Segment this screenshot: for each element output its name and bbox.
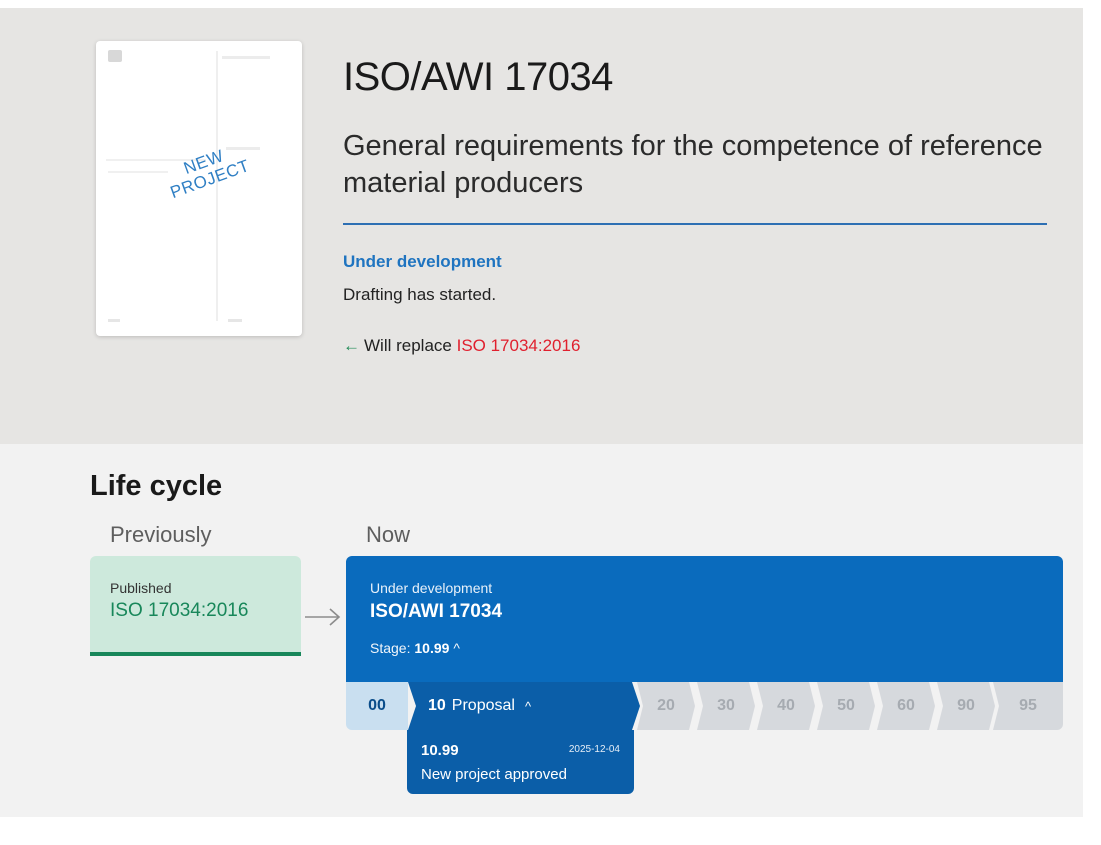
stage-90[interactable]: 90 — [937, 682, 995, 730]
substage-date: 2025-12-04 — [568, 744, 620, 755]
status-label: Under development — [343, 252, 502, 271]
lifecycle-title: Life cycle — [90, 470, 223, 502]
stage-code: 10 — [428, 697, 446, 714]
current-reference: ISO/AWI 17034 — [370, 601, 503, 622]
substage-description: New project approved — [421, 766, 567, 783]
header-divider — [343, 223, 1047, 225]
previously-label: Previously — [110, 522, 212, 547]
stage-code: 00 — [368, 697, 386, 714]
stage-code: 40 — [777, 697, 795, 714]
stage-30[interactable]: 30 — [697, 682, 755, 730]
cover-logo-placeholder — [108, 50, 122, 62]
substage-code: 10.99 — [421, 742, 459, 759]
cover-text-line — [228, 319, 242, 322]
chevron-up-icon: ^ — [453, 640, 460, 656]
replace-text: Will replace — [364, 336, 452, 355]
previous-reference-link[interactable]: ISO 17034:2016 — [110, 600, 248, 622]
stage-code: 60 — [897, 697, 915, 714]
stage-code: 50 — [837, 697, 855, 714]
stage-code: 20 — [657, 697, 675, 714]
arrow-left-icon: ← — [343, 336, 360, 355]
stage-bar: 00 10 Proposal ^ 20 30 40 50 60 90 95 — [346, 682, 1063, 730]
cover-text-line — [108, 319, 120, 322]
stage-code: 90 — [957, 697, 975, 714]
previous-standard-card[interactable]: Published ISO 17034:2016 — [90, 556, 301, 656]
stage-toggle[interactable]: Stage: 10.99 ^ — [370, 640, 460, 656]
stage-code: 95 — [1019, 697, 1037, 714]
replaced-standard-link[interactable]: ISO 17034:2016 — [457, 336, 581, 355]
cover-text-line — [222, 56, 270, 59]
stage-60[interactable]: 60 — [877, 682, 935, 730]
current-status: Under development — [370, 580, 493, 596]
status-description: Drafting has started. — [343, 285, 497, 304]
stage-95[interactable]: 95 — [993, 682, 1063, 730]
stage-name: Proposal — [451, 697, 515, 714]
stage-50[interactable]: 50 — [817, 682, 875, 730]
page: NEW PROJECT ISO/AWI 17034 General requir… — [0, 0, 1083, 845]
document-subtitle: General requirements for the competence … — [343, 130, 1043, 199]
document-cover-thumbnail[interactable]: NEW PROJECT — [96, 41, 302, 336]
page-title: ISO/AWI 17034 — [343, 55, 613, 99]
chevron-up-icon: ^ — [524, 698, 532, 714]
previous-status: Published — [110, 580, 172, 596]
stage-40[interactable]: 40 — [757, 682, 815, 730]
arrow-right-icon — [305, 608, 341, 626]
new-project-stamp: NEW PROJECT — [149, 135, 265, 206]
current-standard-card: Under development ISO/AWI 17034 Stage: 1… — [346, 556, 1063, 682]
stage-value: 10.99 — [414, 640, 450, 656]
stage-00[interactable]: 00 — [346, 682, 408, 730]
now-label: Now — [366, 522, 411, 547]
stage-10-proposal[interactable]: 10 Proposal ^ — [408, 682, 640, 730]
replaces-notice: ← Will replace ISO 17034:2016 — [343, 336, 580, 356]
stage-code: 30 — [717, 697, 735, 714]
stage-20[interactable]: 20 — [637, 682, 695, 730]
substage-detail: 10.99 2025-12-04 New project approved — [407, 730, 634, 794]
stage-label: Stage: — [370, 640, 411, 656]
